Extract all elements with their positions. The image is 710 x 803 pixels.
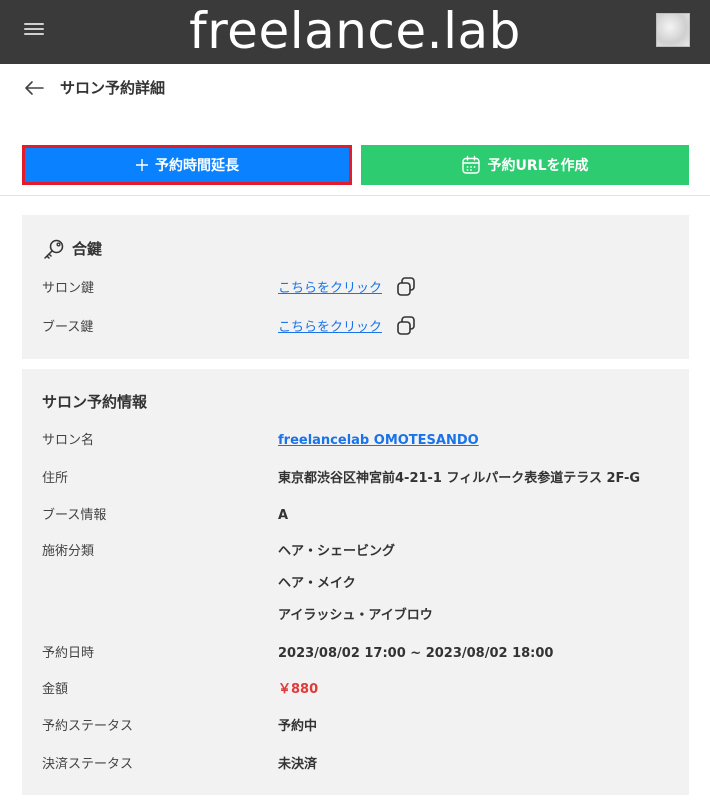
page-titlebar: サロン予約詳細: [0, 64, 710, 112]
address-label: 住所: [42, 471, 69, 486]
booth-value: A: [278, 508, 289, 523]
treatment-values: ヘア・シェービング ヘア・メイク アイラッシュ・アイブロウ: [278, 542, 433, 638]
datetime-value: 2023/08/02 17:00 ~ 2023/08/02 18:00: [278, 646, 554, 661]
key-icon: [44, 239, 64, 259]
salon-name-link[interactable]: freelancelab OMOTESANDO: [278, 431, 479, 451]
price-value: ￥880: [278, 682, 319, 697]
section-divider: [0, 195, 710, 196]
price-label: 金額: [42, 682, 69, 697]
calendar-icon: [462, 155, 481, 174]
plus-icon: [136, 159, 148, 171]
reservation-status-label: 予約ステータス: [42, 719, 134, 734]
treatment-item: アイラッシュ・アイブロウ: [278, 608, 433, 623]
copy-icon[interactable]: [395, 276, 417, 298]
booth-label: ブース情報: [42, 508, 107, 523]
salon-key-label: サロン鍵: [42, 281, 95, 296]
treatment-item: ヘア・メイク: [278, 576, 356, 591]
booth-key-link[interactable]: こちらをクリック: [278, 318, 382, 338]
booth-key-label: ブース鍵: [42, 320, 94, 335]
treatment-label: 施術分類: [42, 544, 95, 559]
copy-icon[interactable]: [395, 315, 417, 337]
key-heading: 合鍵: [42, 237, 102, 261]
create-url-label: 予約URLを作成: [487, 158, 589, 174]
payment-status-label: 決済ステータス: [42, 757, 134, 772]
extend-reservation-label: 予約時間延長: [155, 158, 239, 174]
reservation-info-heading: サロン予約情報: [42, 393, 148, 411]
datetime-label: 予約日時: [42, 646, 95, 661]
page-title: サロン予約詳細: [60, 79, 166, 97]
reservation-info-card: サロン予約情報 サロン名 freelancelab OMOTESANDO 住所 …: [22, 369, 689, 795]
treatment-item: ヘア・シェービング: [278, 544, 396, 559]
reservation-status-value: 予約中: [278, 719, 318, 734]
user-avatar[interactable]: [656, 13, 690, 47]
arrow-left-icon[interactable]: [22, 76, 46, 100]
salon-key-link[interactable]: こちらをクリック: [278, 279, 382, 299]
app-header: freelance.lab: [0, 0, 710, 64]
payment-status-value: 未決済: [278, 757, 318, 772]
key-card: 合鍵 サロン鍵 こちらをクリック ブース鍵 こちらをクリック: [22, 215, 689, 359]
extend-reservation-button[interactable]: 予約時間延長: [22, 145, 352, 185]
create-url-button[interactable]: 予約URLを作成: [361, 145, 689, 185]
key-heading-text: 合鍵: [72, 240, 103, 258]
app-logo[interactable]: freelance.lab: [0, 2, 710, 60]
salon-name-label: サロン名: [42, 433, 95, 448]
address-value: 東京都渋谷区神宮前4-21-1 フィルパーク表参道テラス 2F-G: [278, 471, 641, 486]
